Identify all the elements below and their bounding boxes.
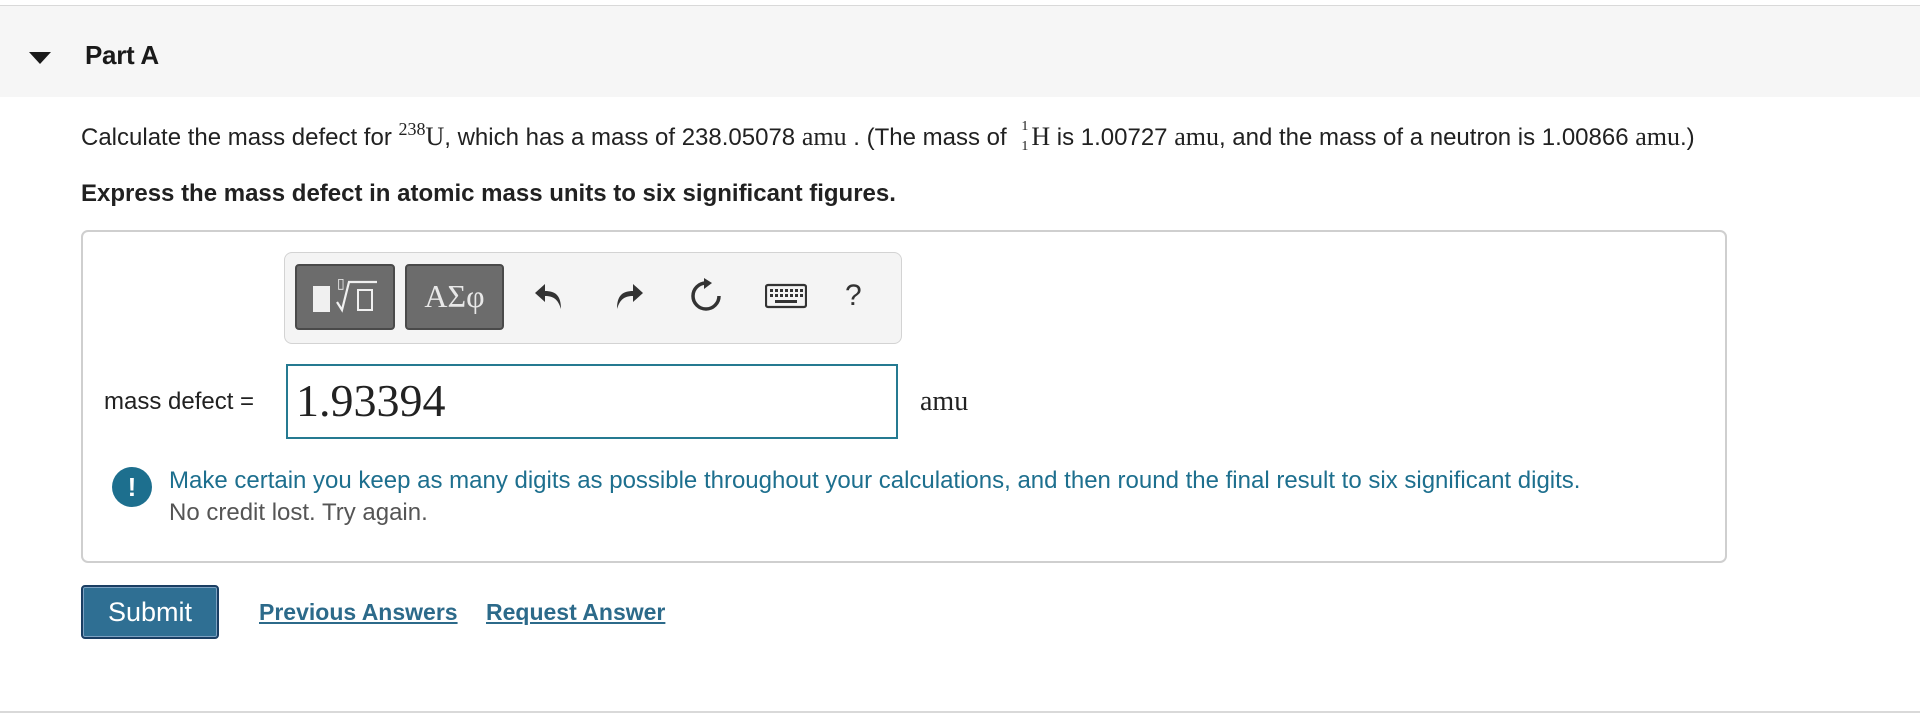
help-icon[interactable]: ? <box>845 279 862 313</box>
reset-icon[interactable] <box>686 273 726 319</box>
unit-amu: amu <box>1635 122 1680 151</box>
isotope-symbol: U <box>425 122 445 151</box>
feedback-status: No credit lost. Try again. <box>169 499 428 526</box>
collapse-caret-icon[interactable] <box>29 52 51 64</box>
templates-icon: ▯ <box>313 277 377 313</box>
part-header[interactable]: Part A <box>0 6 1920 97</box>
answer-unit: amu <box>920 386 969 417</box>
instruction-text: Express the mass defect in atomic mass u… <box>81 180 896 207</box>
question-text-part: is 1.00727 <box>1050 124 1175 151</box>
templates-button[interactable]: ▯ <box>295 264 395 330</box>
part-title: Part A <box>85 40 159 70</box>
previous-answers-link[interactable]: Previous Answers <box>259 599 458 626</box>
question-text-part: , and the mass of a neutron is 1.00866 <box>1218 124 1636 151</box>
undo-icon[interactable] <box>530 273 570 319</box>
greek-symbols-button[interactable]: ΑΣφ <box>405 264 504 330</box>
keyboard-icon[interactable] <box>763 273 809 319</box>
question-text-part: .) <box>1680 124 1695 151</box>
unit-amu: amu <box>1174 122 1219 151</box>
nuclide-atomic-number: 1 <box>1021 138 1029 154</box>
question-text-part: Calculate the mass defect for <box>81 124 399 151</box>
nuclide-mass-number: 1 <box>1021 118 1029 134</box>
request-answer-link[interactable]: Request Answer <box>486 599 665 626</box>
question-text-part: , which has a mass of 238.05078 <box>444 124 802 151</box>
redo-icon[interactable] <box>608 273 648 319</box>
answer-input[interactable]: 1.93394 <box>286 364 898 439</box>
question-text: Calculate the mass defect for 238U, whic… <box>81 119 1695 154</box>
bottom-divider <box>0 711 1920 713</box>
question-text-part: . (The mass of <box>846 124 1014 151</box>
isotope-mass-number: 238 <box>398 119 426 139</box>
feedback-message: Make certain you keep as many digits as … <box>169 467 1581 494</box>
nuclide-indices: 11 <box>1017 119 1031 154</box>
unit-amu: amu <box>801 122 847 151</box>
alert-icon: ! <box>112 467 152 507</box>
submit-button[interactable]: Submit <box>81 585 219 639</box>
math-toolbar: ▯ ΑΣφ ? <box>284 252 902 344</box>
svg-text:▯: ▯ <box>337 277 345 292</box>
answer-label: mass defect = <box>104 388 255 415</box>
nuclide-symbol: H <box>1031 122 1051 151</box>
